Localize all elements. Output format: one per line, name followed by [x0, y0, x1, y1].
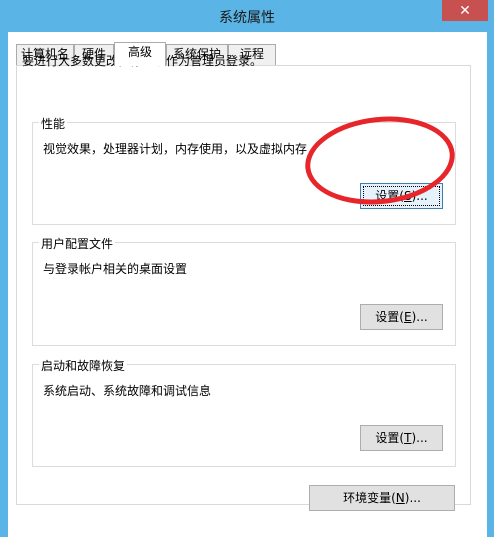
startup-recovery-label: 启动和故障恢复: [39, 357, 128, 374]
environment-variables-button[interactable]: 环境变量(N)...: [309, 485, 455, 511]
close-icon: ✕: [459, 2, 471, 19]
performance-label: 性能: [39, 115, 68, 132]
user-profiles-group: 用户配置文件 与登录帐户相关的桌面设置: [32, 235, 456, 346]
startup-recovery-settings-button[interactable]: 设置(T)...: [360, 425, 443, 451]
performance-description: 视觉效果，处理器计划，内存使用，以及虚拟内存: [43, 142, 308, 156]
user-profiles-label: 用户配置文件: [39, 235, 116, 252]
system-properties-window: 系统属性 ✕ 计算机名 硬件 高级 系统保护 远程 要进行大多数更改，你必须作为…: [0, 0, 494, 537]
startup-recovery-description: 系统启动、系统故障和调试信息: [43, 384, 212, 398]
title-bar[interactable]: 系统属性 ✕: [0, 0, 494, 32]
tab-advanced[interactable]: 高级: [114, 42, 166, 66]
user-profiles-settings-button[interactable]: 设置(E)...: [360, 304, 443, 330]
window-title: 系统属性: [219, 10, 275, 26]
startup-recovery-group: 启动和故障恢复 系统启动、系统故障和调试信息: [32, 357, 456, 467]
user-profiles-description: 与登录帐户相关的桌面设置: [43, 262, 188, 276]
close-button[interactable]: ✕: [442, 0, 488, 21]
